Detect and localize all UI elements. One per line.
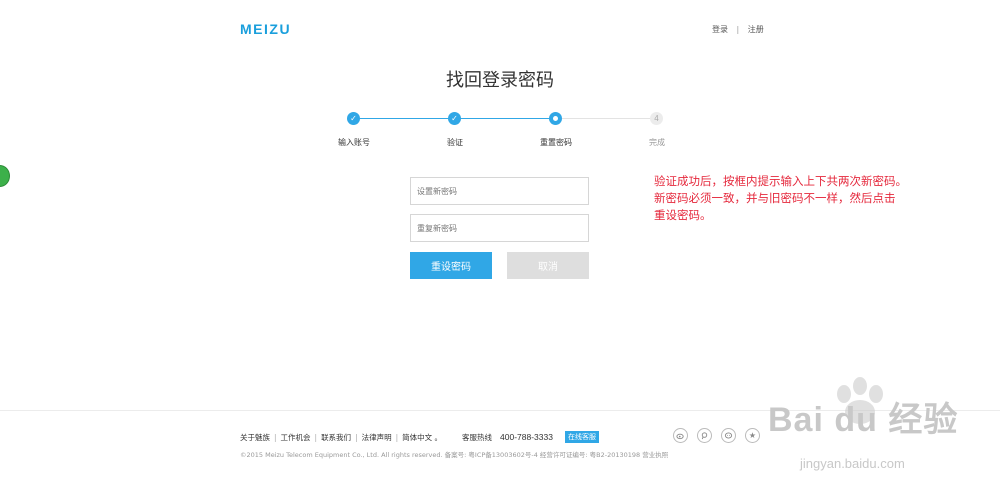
footer-links: 关于魅族 | 工作机会 | 联系我们 | 法律声明 | 简体中文 。 客服热线 … — [240, 431, 599, 443]
step-3-label: 重置密码 — [540, 138, 572, 147]
step-2-label: 验证 — [447, 138, 463, 147]
login-link[interactable]: 登录 — [712, 25, 728, 34]
step-2-check-icon: ✓ — [448, 112, 461, 125]
footer-link-jobs[interactable]: 工作机会 — [281, 432, 311, 443]
page: MEIZU 登录 | 注册 找回登录密码 ✓ ✓ 4 输入账号 验证 重置密码 … — [0, 0, 1000, 478]
annotation-line-1: 验证成功后，按框内提示输入上下共两次新密码。 — [654, 174, 907, 188]
annotation-line-3: 重设密码。 — [654, 208, 712, 222]
step-4-number: 4 — [650, 112, 663, 125]
step-4-label: 完成 — [649, 138, 665, 147]
reset-password-button[interactable]: 重设密码 — [410, 252, 492, 279]
watermark-brand: Bai du 经验 — [768, 401, 959, 439]
step-1-check-icon: ✓ — [347, 112, 360, 125]
footer-language-select[interactable]: 简体中文 。 — [402, 432, 442, 443]
footer-link-about[interactable]: 关于魅族 — [240, 432, 270, 443]
footer-link-contact[interactable]: 联系我们 — [321, 432, 351, 443]
auth-separator: | — [736, 25, 740, 34]
new-password-field[interactable] — [410, 177, 589, 205]
hotline-label: 客服热线 — [462, 432, 493, 442]
footer-link-legal[interactable]: 法律声明 — [362, 432, 392, 443]
register-link[interactable]: 注册 — [748, 25, 764, 34]
step-3-current-icon — [549, 112, 562, 125]
footer-separator: | — [355, 432, 358, 442]
cancel-button[interactable]: 取消 — [507, 252, 589, 279]
floating-feedback-icon[interactable] — [0, 165, 10, 187]
watermark-url: jingyan.baidu.com — [800, 456, 905, 471]
step-1-label: 输入账号 — [338, 138, 370, 147]
tencent-weibo-icon[interactable] — [697, 428, 712, 443]
meizu-logo[interactable]: MEIZU — [240, 21, 291, 37]
footer-separator: | — [274, 432, 277, 442]
instruction-annotation: 验证成功后，按框内提示输入上下共两次新密码。 新密码必须一致，并与旧密码不一样，… — [654, 173, 954, 224]
wechat-icon[interactable] — [721, 428, 736, 443]
online-service-button[interactable]: 在线客服 — [564, 431, 599, 443]
copyright-text: ©2015 Meizu Telecom Equipment Co., Ltd. … — [240, 451, 669, 459]
annotation-line-2: 新密码必须一致，并与旧密码不一样，然后点击 — [654, 191, 896, 205]
repeat-password-field[interactable] — [410, 214, 589, 242]
footer-separator: | — [395, 432, 399, 442]
weibo-icon[interactable] — [673, 428, 688, 443]
page-title: 找回登录密码 — [446, 70, 554, 91]
progress-line-todo — [556, 118, 657, 119]
star-icon[interactable]: ★ — [745, 428, 760, 443]
footer-separator: | — [314, 432, 318, 442]
hotline-number: 400-788-3333 — [500, 432, 553, 442]
auth-links: 登录 | 注册 — [712, 24, 764, 35]
